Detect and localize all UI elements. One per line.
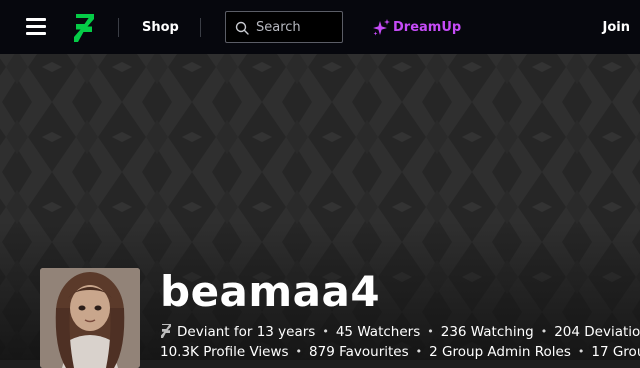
- stat-separator: •: [540, 325, 548, 338]
- deviantart-logo-icon[interactable]: [72, 14, 96, 42]
- watchers-stat[interactable]: 45 Watchers: [336, 323, 420, 341]
- join-link[interactable]: Join: [603, 19, 630, 36]
- search-input[interactable]: [256, 18, 338, 36]
- profile-views-stat: 10.3K Profile Views: [160, 344, 289, 360]
- search-icon: [235, 21, 249, 35]
- stat-separator: •: [577, 345, 585, 358]
- nav-divider: [200, 18, 201, 37]
- search-box[interactable]: [225, 11, 343, 43]
- profile-stats-row: Deviant for 13 years • 45 Watchers • 236 Wa…: [160, 323, 640, 341]
- favourites-stat[interactable]: 879 Favourites: [309, 343, 409, 361]
- stat-separator: •: [322, 325, 329, 338]
- group-memberships-stat[interactable]: 17 Group M: [591, 343, 640, 361]
- profile-stats-row: 10.3K Profile Views • 879 Favourites • 2 Gro…: [160, 343, 640, 361]
- top-nav-bar: Shop DreamUp Join: [0, 0, 640, 54]
- sparkle-icon: [373, 19, 390, 36]
- dreamup-label: DreamUp: [393, 20, 462, 35]
- deviant-since-text: Deviant for 13 years: [177, 324, 316, 340]
- watching-stat[interactable]: 236 Watching: [441, 323, 534, 341]
- shop-link[interactable]: Shop: [142, 19, 179, 36]
- stat-separator: •: [415, 345, 423, 358]
- nav-divider: [118, 18, 119, 37]
- deviant-since-item: Deviant for 13 years: [160, 323, 315, 341]
- deviantart-logo-icon: [161, 324, 171, 338]
- admin-roles-stat[interactable]: 2 Group Admin Roles: [429, 343, 571, 361]
- stat-separator: •: [295, 345, 303, 358]
- user-avatar[interactable]: [40, 268, 140, 368]
- stat-separator: •: [427, 325, 434, 338]
- profile-username: beamaa4: [160, 267, 381, 316]
- menu-icon[interactable]: [26, 18, 46, 36]
- deviations-stat[interactable]: 204 Deviations: [554, 323, 640, 341]
